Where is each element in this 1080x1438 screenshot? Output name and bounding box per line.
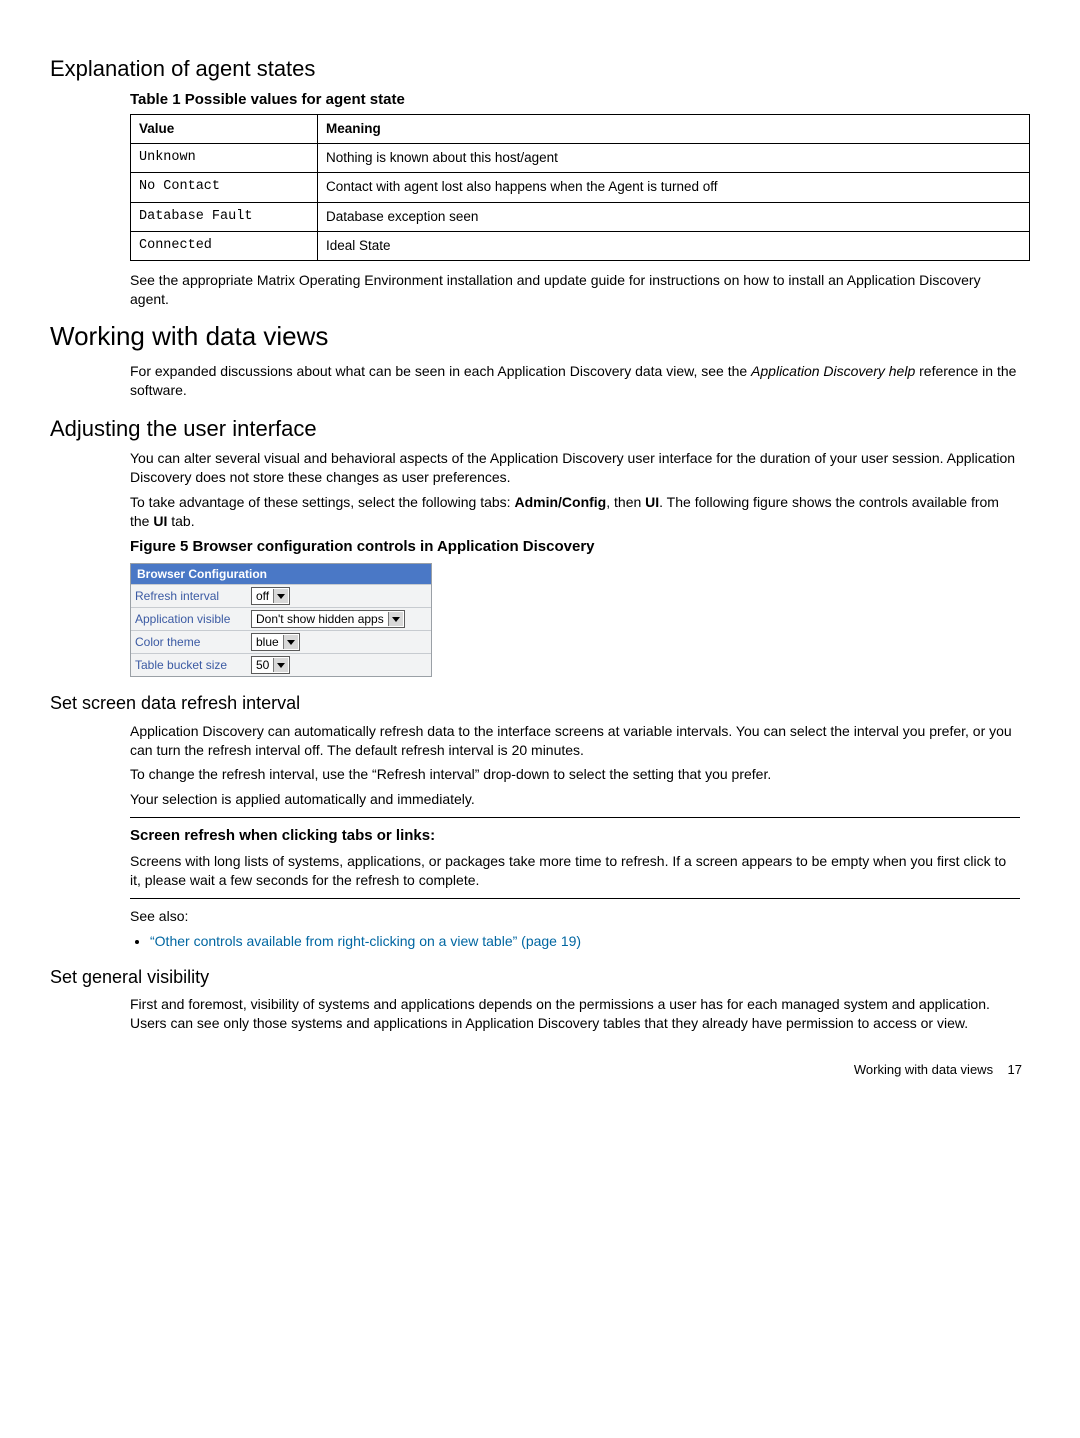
heading-general-visibility: Set general visibility	[50, 965, 1030, 989]
paragraph: See the appropriate Matrix Operating Env…	[130, 271, 1020, 309]
cell-meaning: Database exception seen	[318, 202, 1030, 231]
chevron-down-icon	[283, 635, 298, 649]
cell-meaning: Nothing is known about this host/agent	[318, 144, 1030, 173]
app-visible-dropdown[interactable]: Don't show hidden apps	[251, 610, 405, 628]
paragraph: To take advantage of these settings, sel…	[130, 493, 1020, 531]
color-theme-label: Color theme	[135, 634, 245, 650]
note-title: Screen refresh when clicking tabs or lin…	[130, 826, 1020, 846]
figure-caption: Figure 5 Browser configuration controls …	[130, 537, 1020, 557]
paragraph: For expanded discussions about what can …	[130, 362, 1020, 400]
table-caption: Table 1 Possible values for agent state	[130, 90, 1020, 110]
cell-value: Connected	[131, 231, 318, 260]
bucket-size-label: Table bucket size	[135, 657, 245, 673]
heading-working-views: Working with data views	[50, 319, 1030, 354]
list-item: “Other controls available from right-cli…	[150, 932, 1020, 951]
table-row: Database Fault Database exception seen	[131, 202, 1030, 231]
paragraph: To change the refresh interval, use the …	[130, 765, 1020, 784]
chevron-down-icon	[388, 612, 403, 626]
cell-value: Database Fault	[131, 202, 318, 231]
divider	[130, 898, 1020, 899]
agent-state-table: Value Meaning Unknown Nothing is known a…	[130, 114, 1030, 261]
panel-title: Browser Configuration	[131, 564, 431, 584]
heading-agent-states: Explanation of agent states	[50, 54, 1030, 84]
table-row: Connected Ideal State	[131, 231, 1030, 260]
heading-refresh-interval: Set screen data refresh interval	[50, 691, 1030, 715]
chevron-down-icon	[273, 658, 288, 672]
page-number: 17	[1008, 1062, 1022, 1077]
paragraph: Your selection is applied automatically …	[130, 790, 1020, 809]
refresh-interval-label: Refresh interval	[135, 588, 245, 604]
app-visible-label: Application visible	[135, 611, 245, 627]
cross-ref-link[interactable]: “Other controls available from right-cli…	[150, 933, 581, 949]
cell-meaning: Ideal State	[318, 231, 1030, 260]
paragraph: You can alter several visual and behavio…	[130, 449, 1020, 487]
table-row: Unknown Nothing is known about this host…	[131, 144, 1030, 173]
divider	[130, 817, 1020, 818]
footer-section: Working with data views	[854, 1062, 993, 1077]
paragraph: First and foremost, visibility of system…	[130, 995, 1020, 1033]
bucket-size-dropdown[interactable]: 50	[251, 656, 290, 674]
see-also-label: See also:	[130, 907, 1020, 926]
cell-value: No Contact	[131, 173, 318, 202]
heading-adjusting-ui: Adjusting the user interface	[50, 414, 1030, 444]
cell-value: Unknown	[131, 144, 318, 173]
note-body: Screens with long lists of systems, appl…	[130, 852, 1020, 890]
chevron-down-icon	[273, 589, 288, 603]
color-theme-dropdown[interactable]: blue	[251, 633, 300, 651]
browser-config-panel: Browser Configuration Refresh interval o…	[130, 563, 432, 677]
refresh-interval-dropdown[interactable]: off	[251, 587, 290, 605]
paragraph: Application Discovery can automatically …	[130, 722, 1020, 760]
th-meaning: Meaning	[318, 114, 1030, 143]
page-footer: Working with data views 17	[50, 1061, 1030, 1079]
cell-meaning: Contact with agent lost also happens whe…	[318, 173, 1030, 202]
table-row: No Contact Contact with agent lost also …	[131, 173, 1030, 202]
th-value: Value	[131, 114, 318, 143]
